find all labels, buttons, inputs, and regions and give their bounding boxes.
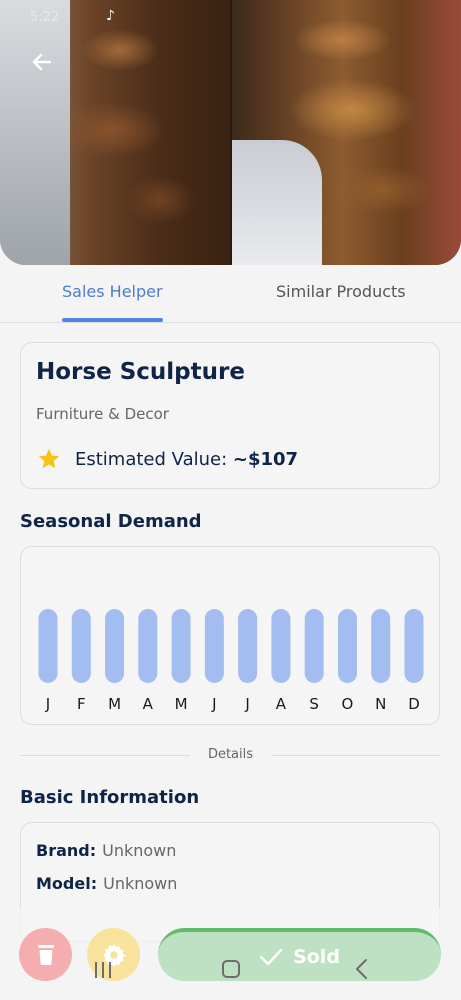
month-label-1: J (45, 695, 50, 713)
basic-information-title: Basic Information (20, 787, 200, 808)
tab-similar-products[interactable]: Similar Products (276, 282, 406, 301)
star-icon (38, 448, 60, 469)
seasonal-demand-title: Seasonal Demand (20, 511, 202, 532)
trash-icon (37, 944, 54, 965)
demand-chart-svg: JFMAMJJASOND (38, 609, 424, 713)
demand-bar-7 (238, 609, 258, 683)
tiktok-icon: ♪ (106, 8, 115, 24)
demand-bar-2 (71, 609, 91, 683)
estimated-value-label: Estimated Value: (75, 448, 233, 470)
info-row-model: Model: Unknown (36, 874, 177, 893)
back-button[interactable] (20, 40, 64, 84)
info-key: Model: (36, 874, 98, 893)
sold-label: Sold (293, 945, 340, 968)
demand-bar-9 (304, 609, 324, 683)
demand-bar-8 (271, 609, 291, 683)
info-value: Unknown (103, 874, 178, 893)
product-summary-card: Horse Sculpture Furniture & Decor Estima… (20, 342, 440, 489)
month-label-6: J (211, 695, 216, 713)
month-label-3: M (108, 695, 121, 713)
details-label: Details (207, 747, 254, 762)
sold-button[interactable]: Sold (158, 928, 441, 981)
recent-apps-nav-icon[interactable] (94, 962, 112, 978)
month-label-4: A (143, 695, 154, 713)
month-label-10: O (342, 695, 354, 713)
month-label-12: D (408, 695, 420, 713)
month-label-2: F (77, 695, 86, 713)
arrow-left-icon (32, 53, 52, 71)
tab-sales-helper[interactable]: Sales Helper (62, 282, 163, 322)
seasonal-demand-chart: JFMAMJJASOND (20, 546, 440, 725)
month-label-7: J (244, 695, 249, 713)
product-title: Horse Sculpture (36, 359, 245, 385)
demand-bar-11 (371, 609, 391, 683)
info-row-brand: Brand: Unknown (36, 841, 176, 860)
demand-bar-6 (204, 609, 224, 683)
demand-bar-12 (404, 609, 424, 683)
demand-bar-1 (38, 609, 58, 683)
demand-bar-10 (337, 609, 357, 683)
estimated-value-row: Estimated Value: ~$107 (37, 447, 298, 471)
month-label-5: M (175, 695, 188, 713)
status-time: 5:22 (30, 10, 60, 25)
product-photos: 5:22 ♪ (0, 0, 461, 265)
product-photo-2[interactable] (232, 0, 461, 265)
delete-button[interactable] (19, 928, 72, 981)
estimated-value: Estimated Value: ~$107 (75, 449, 298, 470)
product-category: Furniture & Decor (36, 405, 169, 423)
month-label-9: S (309, 695, 319, 713)
checkmark-icon (259, 948, 283, 965)
demand-bar-5 (171, 609, 191, 683)
info-value: Unknown (102, 841, 177, 860)
demand-bar-4 (138, 609, 158, 683)
tab-bar: Sales Helper Similar Products (0, 270, 461, 323)
details-divider: Details (20, 745, 441, 765)
home-nav-icon[interactable] (222, 960, 240, 978)
demand-bar-3 (105, 609, 125, 683)
back-nav-icon[interactable] (352, 958, 372, 980)
month-label-11: N (375, 695, 386, 713)
estimated-value-amount: ~$107 (232, 448, 299, 470)
month-label-8: A (276, 695, 287, 713)
info-key: Brand: (36, 841, 97, 860)
